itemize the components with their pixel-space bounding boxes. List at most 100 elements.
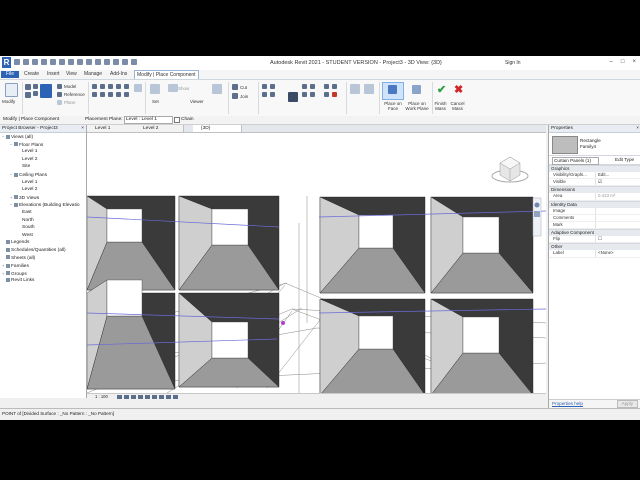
print-icon[interactable] [59, 59, 65, 65]
measure-icon[interactable] [68, 59, 74, 65]
curtain-panel[interactable] [87, 195, 176, 291]
dimension-icon[interactable] [77, 59, 83, 65]
rotate-icon[interactable] [310, 84, 315, 89]
close-button[interactable]: × [632, 59, 636, 65]
close-hidden-icon[interactable] [122, 59, 128, 65]
delete-icon[interactable] [332, 92, 337, 97]
paste-icon[interactable] [25, 84, 31, 90]
tab-level-2[interactable]: Level 2 [135, 125, 184, 132]
curtain-panel[interactable] [178, 292, 280, 388]
point-icon[interactable] [116, 92, 121, 97]
model-canvas[interactable] [87, 133, 546, 393]
cut-clipboard-icon[interactable] [33, 84, 38, 89]
close-icon[interactable]: × [81, 125, 84, 132]
measure-tool-icon[interactable] [350, 84, 360, 94]
curtain-panel[interactable] [319, 298, 426, 393]
browser-item[interactable]: +3D Views [0, 194, 86, 202]
array-icon[interactable] [324, 84, 329, 89]
polygon-icon[interactable] [108, 84, 113, 89]
view-scale[interactable]: 1 : 100 [95, 394, 108, 400]
tab-view[interactable]: View [64, 71, 79, 78]
create-group-icon[interactable] [364, 84, 374, 94]
view-cube[interactable] [491, 156, 529, 183]
property-value[interactable]: Edit... [595, 172, 640, 179]
pick-lines-icon[interactable] [124, 92, 129, 97]
browser-item[interactable]: Level 2 [0, 156, 86, 164]
curtain-panel[interactable] [319, 196, 426, 294]
tab-3d-view[interactable]: {3D} [193, 125, 242, 132]
zoom-icon[interactable] [534, 211, 540, 217]
3d-viewport[interactable] [87, 133, 546, 393]
browser-item[interactable]: Level 1 [0, 179, 86, 187]
browser-item[interactable]: − Elevations (Building Elevatio [0, 201, 86, 209]
open-icon[interactable] [14, 59, 20, 65]
tab-file[interactable]: File [1, 71, 19, 78]
pick-faces-icon[interactable] [134, 84, 142, 92]
line-icon[interactable] [92, 84, 97, 89]
plane-icon[interactable] [57, 100, 62, 105]
browser-item[interactable]: Level 2 [0, 186, 86, 194]
sync-icon[interactable] [32, 59, 38, 65]
sign-in-button[interactable]: Sign In [505, 60, 521, 66]
property-value[interactable] [595, 207, 640, 214]
browser-item[interactable]: Sheets (all) [0, 255, 86, 263]
viewer-button[interactable]: Viewer [190, 99, 204, 104]
properties-help-link[interactable]: Properties help [552, 401, 583, 406]
type-selector[interactable]: Rectangle Family4 [549, 133, 640, 156]
apply-button[interactable]: Apply [616, 400, 638, 408]
scale-icon[interactable] [332, 84, 337, 89]
copy-icon[interactable] [33, 91, 38, 96]
maximize-button[interactable]: □ [621, 59, 625, 65]
cancel-mass-button[interactable]: ✖ [450, 82, 467, 100]
browser-item[interactable]: South [0, 224, 86, 232]
browser-item[interactable]: Site [0, 163, 86, 171]
offset-icon[interactable] [270, 84, 275, 89]
rectangle-icon[interactable] [100, 84, 105, 89]
curtain-panel[interactable] [178, 195, 280, 291]
join-button[interactable]: Join [240, 94, 248, 99]
property-value[interactable]: <None> [595, 250, 640, 257]
match-properties-icon[interactable] [40, 84, 52, 98]
revit-logo-icon[interactable]: R [2, 57, 11, 68]
place-on-face-button[interactable] [382, 82, 404, 100]
finish-mass-button[interactable]: ✔ [433, 82, 450, 100]
reference-icon[interactable] [57, 92, 62, 97]
reveal-hidden-icon[interactable] [173, 395, 178, 399]
redo-icon[interactable] [50, 59, 56, 65]
property-section-header[interactable]: Other [549, 243, 640, 251]
3d-view-icon[interactable] [95, 59, 101, 65]
arc-icon[interactable] [124, 84, 129, 89]
visual-style-icon[interactable] [124, 395, 129, 399]
crop-view-icon[interactable] [145, 395, 150, 399]
property-section-header[interactable]: Dimensions [549, 186, 640, 194]
placement-plane-select[interactable]: Level : Level 1 [124, 116, 173, 124]
align-icon[interactable] [262, 84, 267, 89]
show-button[interactable]: Show [178, 86, 189, 91]
curtain-panel[interactable] [430, 298, 534, 393]
section-icon[interactable] [104, 59, 110, 65]
ellipse-icon[interactable] [100, 92, 105, 97]
chain-checkbox[interactable] [174, 117, 180, 123]
instance-filter-select[interactable]: Curtain Panels (1) [552, 157, 599, 165]
cut-button[interactable]: Cut [240, 85, 247, 90]
text-icon[interactable] [86, 59, 92, 65]
tab-level-1[interactable]: Level 1 [87, 125, 136, 132]
browser-item[interactable]: Legends [0, 239, 86, 247]
tab-manage[interactable]: Manage [82, 71, 104, 78]
save-icon[interactable] [23, 59, 29, 65]
modify-button[interactable]: Modify [2, 99, 15, 104]
property-value[interactable]: ☑ [595, 179, 640, 186]
tab-create[interactable]: Create [22, 71, 41, 78]
selected-point[interactable] [281, 321, 285, 325]
plane-button[interactable]: Plane [64, 100, 76, 105]
thin-lines-icon[interactable] [113, 59, 119, 65]
show-crop-icon[interactable] [152, 395, 157, 399]
browser-item[interactable]: − Views (all) [0, 133, 86, 141]
edit-type-button[interactable]: Edit Type [615, 157, 634, 163]
pin-icon[interactable] [324, 92, 329, 97]
property-section-header[interactable]: Graphics [549, 165, 640, 172]
steering-wheel-icon[interactable] [534, 202, 540, 208]
mirror-draw-icon[interactable] [270, 92, 275, 97]
property-value[interactable] [595, 214, 640, 221]
split-icon[interactable] [310, 92, 315, 97]
